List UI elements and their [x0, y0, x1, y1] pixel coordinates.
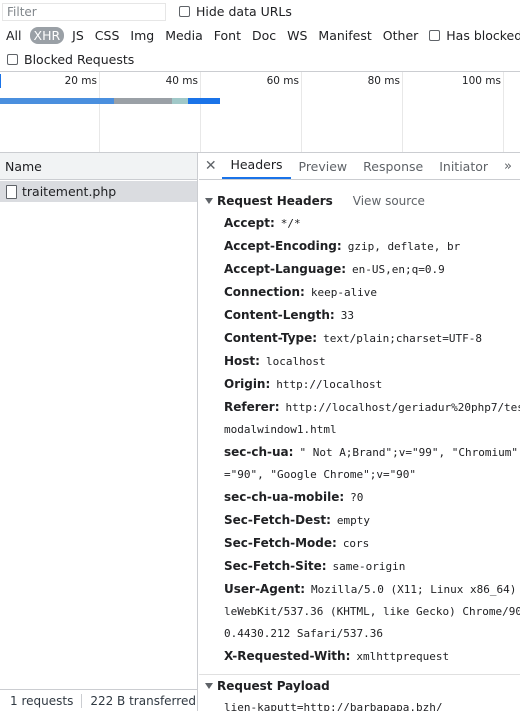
header-row: Origin: http://localhost — [224, 377, 383, 391]
request-list-panel: Name traitement.php 1 requests 222 B tra… — [0, 153, 198, 711]
type-filter-row: All XHR JS CSS Img Media Font Doc WS Man… — [0, 24, 520, 46]
type-js[interactable]: JS — [69, 27, 87, 44]
tick-line — [301, 72, 302, 152]
status-bar: 1 requests 222 B transferred — [0, 689, 198, 711]
tab-response[interactable]: Response — [355, 153, 431, 179]
checkbox-icon[interactable] — [429, 29, 441, 41]
expand-triangle-icon — [205, 683, 213, 689]
header-value-continuation: leWebKit/537.36 (KHTML, like Gecko) Chro… — [224, 605, 520, 618]
tick-line — [200, 72, 201, 152]
timeline-bar-download — [188, 98, 220, 104]
filter-row: Hide data URLs — [0, 0, 520, 24]
request-name: traitement.php — [22, 184, 117, 199]
header-value-continuation: modalwindow1.html — [224, 423, 337, 436]
tab-headers[interactable]: Headers — [222, 153, 291, 179]
timeline-bar-connect — [0, 98, 114, 104]
request-payload-toggle[interactable]: Request Payload — [199, 675, 520, 697]
type-all[interactable]: All — [3, 27, 25, 44]
timeline-bar-send — [172, 98, 188, 104]
tick-line — [402, 72, 403, 152]
header-row: Sec-Fetch-Dest: empty — [224, 513, 370, 527]
request-payload-section: Request Payload lien-kaputt=http://barba… — [199, 675, 520, 711]
tick-line — [503, 72, 504, 152]
transferred-size: 222 B transferred — [90, 693, 196, 708]
detail-tabs: ✕ Headers Preview Response Initiator » — [199, 153, 520, 180]
header-row: Content-Type: text/plain;charset=UTF-8 — [224, 331, 483, 345]
header-row: Accept-Encoding: gzip, deflate, br — [224, 239, 461, 253]
type-other[interactable]: Other — [380, 27, 422, 44]
close-icon[interactable]: ✕ — [199, 153, 222, 179]
type-css[interactable]: CSS — [92, 27, 123, 44]
header-row: Accept: */* — [224, 216, 301, 230]
checkbox-icon[interactable] — [179, 6, 190, 17]
tick-line — [99, 72, 100, 152]
request-row[interactable]: traitement.php — [0, 181, 197, 202]
header-row: Host: localhost — [224, 354, 326, 368]
header-row: X-Requested-With: xmlhttprequest — [224, 649, 450, 663]
checkbox-icon[interactable] — [7, 53, 18, 65]
header-value-continuation: ="90", "Google Chrome";v="90" — [224, 468, 417, 481]
request-count: 1 requests — [10, 693, 74, 708]
expand-triangle-icon — [205, 198, 213, 204]
header-row: sec-ch-ua-mobile: ?0 — [224, 490, 364, 504]
request-detail-panel: ✕ Headers Preview Response Initiator » R… — [199, 153, 520, 711]
header-row: Accept-Language: en-US,en;q=0.9 — [224, 262, 445, 276]
header-row: Sec-Fetch-Mode: cors — [224, 536, 370, 550]
tick-label: 80 ms — [367, 75, 400, 87]
timeline-cursor — [0, 74, 1, 88]
tab-initiator[interactable]: Initiator — [431, 153, 496, 179]
header-row: User-Agent: Mozilla/5.0 (X11; Linux x86_6… — [224, 582, 520, 596]
tab-preview[interactable]: Preview — [291, 153, 356, 179]
timeline-bar-wait — [114, 98, 172, 104]
header-row: Referer: http://localhost/geriadur%20php7… — [224, 400, 520, 414]
type-doc[interactable]: Doc — [249, 27, 279, 44]
tick-label: 60 ms — [266, 75, 299, 87]
name-column-header[interactable]: Name — [0, 153, 197, 180]
blocked-requests-checkbox[interactable]: Blocked Requests — [0, 48, 134, 70]
header-row: Sec-Fetch-Site: same-origin — [224, 559, 406, 573]
type-manifest[interactable]: Manifest — [315, 27, 374, 44]
type-xhr[interactable]: XHR — [29, 26, 65, 44]
type-ws[interactable]: WS — [284, 27, 310, 44]
view-source-link[interactable]: View source — [353, 194, 425, 208]
divider — [81, 693, 83, 708]
hide-data-urls-checkbox[interactable]: Hide data URLs — [179, 4, 292, 19]
more-tabs-icon[interactable]: » — [496, 153, 520, 179]
header-row: sec-ch-ua: " Not A;Brand";v="99", "Chromi… — [224, 445, 520, 459]
filter-input[interactable] — [2, 3, 166, 21]
type-media[interactable]: Media — [162, 27, 206, 44]
payload-value: lien-kaputt=http://barbapapa.bzh/ — [224, 701, 443, 711]
header-row: Connection: keep-alive — [224, 285, 378, 299]
request-headers-toggle[interactable]: Request Headers View source — [199, 190, 520, 212]
tick-label: 100 ms — [461, 75, 501, 87]
type-img[interactable]: Img — [127, 27, 157, 44]
tick-label: 40 ms — [165, 75, 198, 87]
file-icon — [6, 184, 17, 199]
has-blocked-cookies-checkbox[interactable]: Has blocked cookies — [429, 28, 520, 43]
tick-label: 20 ms — [64, 75, 97, 87]
timeline-overview[interactable]: 20 ms 40 ms 60 ms 80 ms 100 ms — [0, 71, 520, 153]
header-value-continuation: 0.4430.212 Safari/537.36 — [224, 627, 383, 640]
type-font[interactable]: Font — [211, 27, 244, 44]
request-headers-section: Request Headers View source Accept: */* A… — [199, 190, 520, 668]
header-row: Content-Length: 33 — [224, 308, 354, 322]
